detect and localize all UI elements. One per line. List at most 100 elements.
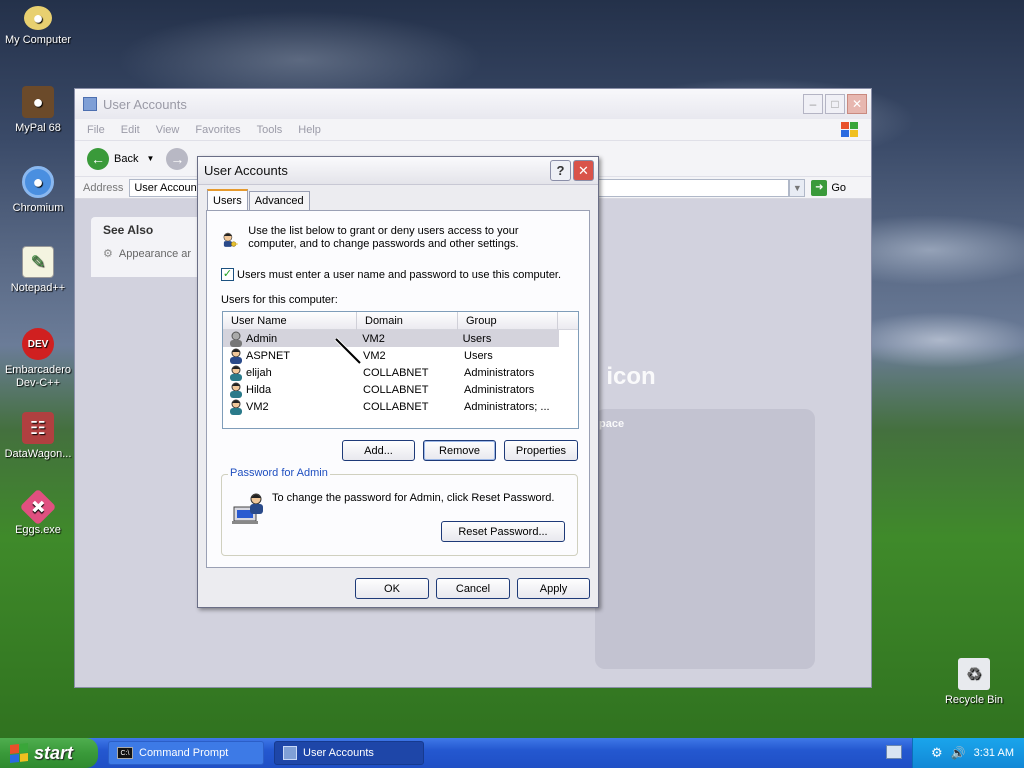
users-list-label: Users for this computer:: [221, 294, 338, 306]
cancel-button[interactable]: Cancel: [436, 578, 510, 599]
maximize-icon[interactable]: □: [825, 94, 845, 114]
table-row[interactable]: ASPNET VM2 Users: [223, 347, 578, 364]
user-name-cell: Hilda: [246, 383, 272, 396]
dialog-close-icon[interactable]: ✕: [573, 160, 594, 181]
user-group-cell: Users: [462, 332, 492, 345]
user-name-cell: Admin: [246, 332, 278, 345]
datawagon-icon: ☷: [22, 412, 54, 444]
windows-logo-icon: [841, 121, 858, 137]
user-accounts-dialog[interactable]: User Accounts ? ✕ Users Advanced Use the…: [197, 156, 599, 608]
keyboard-layout-icon[interactable]: [886, 745, 902, 759]
user-domain-cell: VM2: [362, 332, 385, 345]
table-row[interactable]: Hilda COLLABNET Administrators: [223, 381, 578, 398]
desktop-icon-chromium[interactable]: ● Chromium: [0, 166, 78, 215]
reset-password-button[interactable]: Reset Password...: [441, 521, 565, 542]
taskbar-item-label: User Accounts: [303, 747, 374, 759]
menu-view[interactable]: View: [156, 124, 180, 136]
tab-advanced[interactable]: Advanced: [248, 191, 310, 210]
desktop-icon-eggs[interactable]: ✚ Eggs.exe: [0, 488, 78, 537]
explorer-title-bar[interactable]: User Accounts – □ ✕: [75, 89, 871, 119]
command-prompt-icon: C:\: [117, 747, 133, 759]
user-admin-icon: [230, 331, 242, 347]
explorer-title: User Accounts: [103, 96, 187, 112]
menu-help[interactable]: Help: [298, 124, 321, 136]
see-also-item-label: Appearance ar: [118, 247, 192, 260]
tab-users[interactable]: Users: [207, 189, 248, 210]
network-icon[interactable]: ⚙: [931, 745, 943, 761]
eggs-icon: ✚: [19, 488, 57, 526]
back-arrow-icon[interactable]: ←: [87, 147, 109, 170]
column-group[interactable]: Group: [458, 312, 558, 330]
taskbar-item-user-accounts[interactable]: User Accounts: [274, 741, 424, 765]
user-group-cell: Administrators: [464, 383, 535, 396]
start-button[interactable]: start: [0, 738, 98, 768]
password-message: To change the password for Admin, click …: [272, 492, 555, 504]
password-group-title: Password for Admin: [228, 467, 330, 479]
back-button-label[interactable]: Back: [114, 153, 138, 165]
require-login-checkbox-row[interactable]: ✓ Users must enter a user name and passw…: [221, 268, 561, 281]
desktop-icon-my-computer[interactable]: ● My Computer: [0, 6, 78, 47]
my-computer-icon: ●: [24, 6, 52, 30]
apply-button[interactable]: Apply: [517, 578, 590, 599]
table-row[interactable]: elijah COLLABNET Administrators: [223, 364, 578, 381]
desktop-icon-recycle-bin[interactable]: ♻ Recycle Bin: [934, 658, 1014, 707]
intro-text: Use the list below to grant or deny user…: [248, 225, 519, 250]
intro-section: Use the list below to grant or deny user…: [221, 225, 561, 255]
recycle-bin-icon: ♻: [958, 658, 990, 690]
taskbar-item-label: Command Prompt: [139, 747, 229, 759]
user-domain-cell: COLLABNET: [363, 383, 429, 396]
desktop-icon-notepadpp[interactable]: ✎ Notepad++: [0, 246, 78, 295]
clock[interactable]: 3:31 AM: [974, 747, 1014, 759]
go-button[interactable]: ➜ Go: [811, 179, 847, 196]
dialog-title-bar[interactable]: User Accounts: [198, 157, 598, 185]
user-domain-cell: COLLABNET: [363, 366, 429, 379]
require-login-checkbox[interactable]: ✓: [221, 268, 234, 281]
add-user-button[interactable]: Add...: [342, 440, 415, 461]
desktop-icon-mypal[interactable]: ● MyPal 68: [0, 86, 78, 135]
address-dropdown-icon[interactable]: ▼: [789, 178, 806, 197]
ok-button[interactable]: OK: [355, 578, 429, 599]
dialog-tabs: Users Advanced: [207, 189, 311, 210]
require-login-label: Users must enter a user name and passwor…: [237, 268, 562, 281]
user-icon: [230, 365, 242, 381]
user-group-cell: Administrators; ...: [464, 400, 550, 413]
user-group-cell: Users: [464, 349, 493, 362]
user-accounts-taskbar-icon: [283, 746, 297, 760]
chromium-icon: ●: [22, 166, 54, 198]
computer-user-icon: [232, 493, 263, 524]
taskbar: start C:\ Command Prompt User Accounts ⚙…: [0, 738, 1024, 768]
appearance-icon: ⚙: [103, 248, 113, 260]
user-icon: [230, 399, 242, 415]
close-icon[interactable]: ✕: [847, 94, 867, 114]
table-row[interactable]: VM2 COLLABNET Administrators; ...: [223, 398, 578, 415]
users-key-icon: [223, 232, 238, 247]
go-label: Go: [831, 181, 847, 194]
menu-edit[interactable]: Edit: [121, 124, 140, 136]
table-row[interactable]: Admin VM2 Users: [223, 330, 559, 347]
menu-file[interactable]: File: [87, 124, 105, 136]
taskbar-item-command-prompt[interactable]: C:\ Command Prompt: [108, 741, 264, 765]
user-icon: [230, 382, 242, 398]
address-value: User Accounts: [134, 181, 206, 194]
desktop-icon-devcpp[interactable]: DEV Embarcadero Dev-C++: [0, 328, 78, 390]
minimize-icon[interactable]: –: [803, 94, 823, 114]
address-label: Address: [83, 181, 124, 194]
help-icon[interactable]: ?: [550, 160, 571, 181]
users-list[interactable]: User Name Domain Group Admin VM2 Users A…: [222, 311, 579, 429]
column-user-name[interactable]: User Name: [223, 312, 357, 330]
desktop-icon-datawagon[interactable]: ☷ DataWagon...: [0, 412, 78, 461]
notepadpp-icon: ✎: [22, 246, 54, 278]
password-group: Password for Admin To change the passwor…: [221, 467, 578, 556]
properties-button[interactable]: Properties: [504, 440, 578, 461]
menu-favorites[interactable]: Favorites: [195, 124, 240, 136]
back-dropdown-icon[interactable]: ▼: [146, 154, 154, 163]
user-name-cell: elijah: [246, 366, 272, 379]
users-tab-panel: Use the list below to grant or deny user…: [206, 210, 590, 568]
remove-user-button[interactable]: Remove: [423, 440, 496, 461]
user-name-cell: VM2: [246, 400, 269, 413]
column-domain[interactable]: Domain: [357, 312, 458, 330]
speaker-icon[interactable]: 🔊: [951, 746, 966, 760]
menu-tools[interactable]: Tools: [257, 124, 283, 136]
user-domain-cell: COLLABNET: [363, 400, 429, 413]
forward-arrow-icon[interactable]: →: [166, 147, 189, 170]
